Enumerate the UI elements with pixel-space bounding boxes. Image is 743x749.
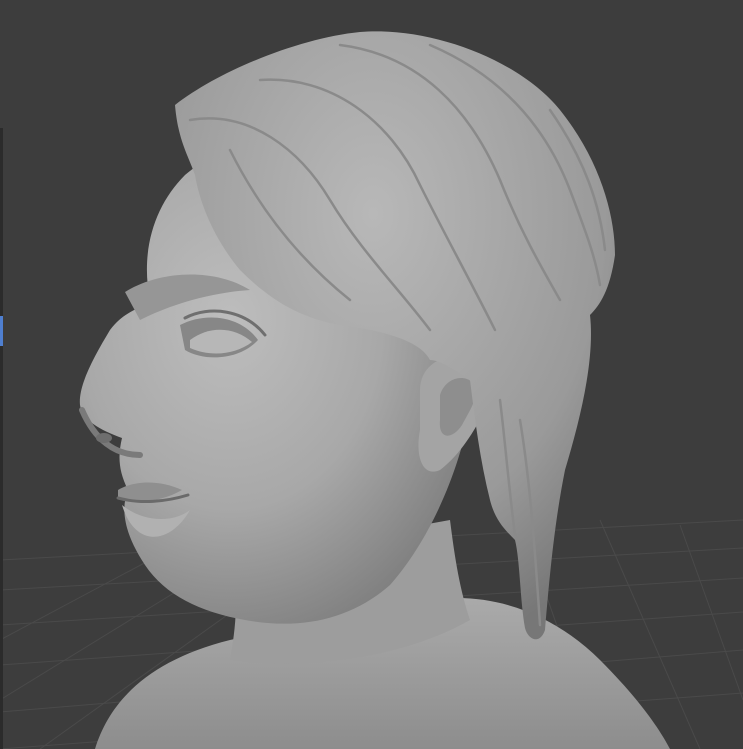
active-marker bbox=[0, 316, 3, 346]
3d-viewport[interactable] bbox=[0, 0, 743, 749]
nostril bbox=[96, 433, 112, 443]
sculpted-head[interactable] bbox=[79, 31, 670, 749]
side-panel-edge[interactable] bbox=[0, 128, 3, 749]
viewport-canvas[interactable] bbox=[0, 0, 743, 749]
